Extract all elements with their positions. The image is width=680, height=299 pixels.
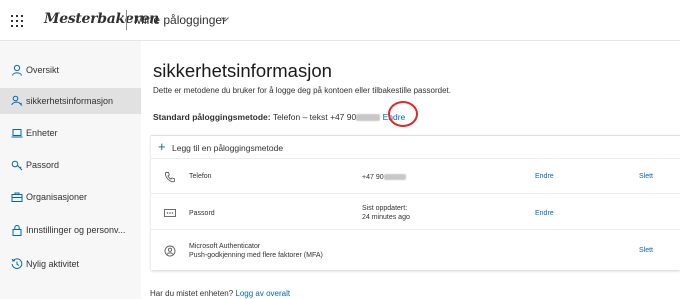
add-method-label: Legg til en påloggingsmetode bbox=[172, 143, 284, 153]
lock-icon bbox=[12, 224, 22, 236]
sidebar-item-label: Organisasjoner bbox=[26, 192, 88, 202]
last-updated-label: Sist oppdatert: bbox=[362, 205, 408, 212]
method-row-authenticator: Microsoft Authenticator Push-godkjenning… bbox=[151, 230, 680, 270]
authenticator-name: Microsoft Authenticator bbox=[189, 243, 261, 250]
highlight-circle bbox=[388, 101, 418, 127]
top-bar: Mesterbakeren Mine pålogginger bbox=[0, 0, 680, 41]
add-method-button[interactable]: + Legg til en påloggingsmetode bbox=[151, 136, 680, 159]
page-title: sikkerhetsinformasjon bbox=[153, 60, 332, 81]
sidebar-item-label: sikkerhetsinformasjon bbox=[26, 96, 114, 106]
authenticator-icon bbox=[164, 245, 176, 257]
app-title-label: Mine pålogginger bbox=[134, 13, 227, 27]
default-method-line: Standard påloggingsmetode: Telefon – tek… bbox=[153, 112, 405, 122]
briefcase-icon bbox=[11, 192, 23, 202]
sidebar-item-organisasjoner[interactable]: Organisasjoner bbox=[0, 184, 141, 210]
methods-panel: + Legg til en påloggingsmetode Telefon +… bbox=[151, 135, 680, 270]
default-method-value: Telefon – tekst +47 90 bbox=[272, 112, 357, 122]
person-icon bbox=[12, 64, 22, 76]
method-name: Microsoft Authenticator Push-godkjenning… bbox=[189, 242, 323, 260]
redacted-number bbox=[356, 114, 381, 121]
method-name: Telefon bbox=[189, 173, 212, 180]
sidebar-item-label: Nylig aktivitet bbox=[26, 259, 80, 269]
sidebar-item-label: Oversikt bbox=[26, 65, 60, 75]
page-subtitle: Dette er metodene du bruker for å logge … bbox=[153, 86, 451, 95]
sidebar-item-sikkerhetsinformasjon[interactable]: sikkerhetsinformasjon bbox=[0, 88, 141, 114]
laptop-icon bbox=[11, 129, 23, 138]
sidebar-item-nylig-aktivitet[interactable]: Nylig aktivitet bbox=[0, 251, 141, 277]
authenticator-description: Push-godkjenning med flere faktorer (MFA… bbox=[189, 252, 323, 259]
sidebar-item-label: Enheter bbox=[26, 128, 58, 138]
method-delete-link[interactable]: Slett bbox=[639, 173, 653, 180]
sidebar-item-enheter[interactable]: Enheter bbox=[0, 120, 141, 146]
plus-icon: + bbox=[158, 139, 166, 154]
phone-number: +47 90 bbox=[362, 174, 384, 181]
method-edit-link[interactable]: Endre bbox=[535, 173, 554, 180]
sidebar: Oversikt sikkerhetsinformasjon Enheter P… bbox=[0, 41, 141, 299]
method-name: Passord bbox=[189, 210, 215, 217]
sidebar-item-label: Passord bbox=[26, 160, 60, 170]
chevron-down-icon bbox=[221, 17, 229, 22]
header-divider bbox=[126, 10, 127, 30]
history-icon bbox=[11, 258, 23, 269]
security-info-icon bbox=[11, 95, 23, 106]
main-content: sikkerhetsinformasjon Dette er metodene … bbox=[141, 41, 680, 299]
app-title-dropdown[interactable]: Mine pålogginger bbox=[134, 13, 229, 27]
app-launcher-icon[interactable] bbox=[11, 15, 23, 27]
last-updated-value: 24 minutes ago bbox=[362, 214, 410, 221]
method-row-passord: Passord Sist oppdatert: 24 minutes ago E… bbox=[151, 194, 680, 230]
sign-out-everywhere-link[interactable]: Logg av overalt bbox=[235, 289, 290, 298]
lost-device-line: Har du mistet enheten? Logg av overalt bbox=[150, 289, 290, 298]
method-row-telefon: Telefon +47 90 Endre Slett bbox=[151, 159, 680, 194]
sidebar-item-oversikt[interactable]: Oversikt bbox=[0, 57, 141, 83]
sidebar-item-label: Innstillinger og personv... bbox=[26, 225, 126, 235]
redacted-number bbox=[383, 174, 406, 180]
sidebar-item-innstillinger[interactable]: Innstillinger og personv... bbox=[0, 217, 141, 243]
sidebar-item-passord[interactable]: Passord bbox=[0, 152, 141, 178]
key-icon bbox=[11, 160, 23, 171]
lost-device-label: Har du mistet enheten? bbox=[150, 289, 234, 298]
method-detail: Sist oppdatert: 24 minutes ago bbox=[362, 204, 410, 222]
phone-icon bbox=[164, 172, 175, 183]
method-edit-link[interactable]: Endre bbox=[535, 210, 554, 217]
default-method-label: Standard påloggingsmetode: bbox=[153, 112, 271, 122]
method-detail: +47 90 bbox=[362, 173, 406, 182]
method-delete-link[interactable]: Slett bbox=[639, 247, 653, 254]
password-icon bbox=[164, 209, 176, 217]
